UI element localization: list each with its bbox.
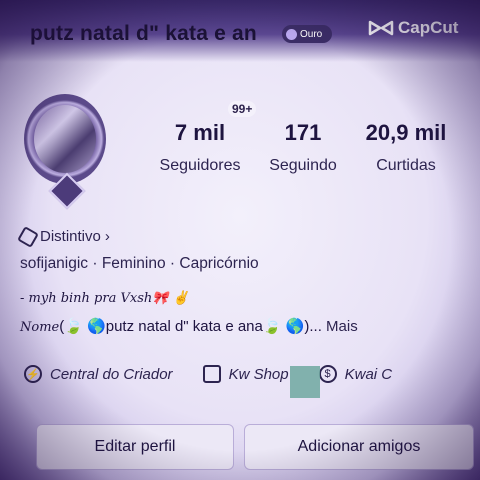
bio-prefix: Nome [20,320,60,335]
capcut-watermark: CapCut [368,18,458,38]
avatar-photo [34,105,96,173]
tool-kwai-shop[interactable]: Kw Shop [202,362,289,386]
stat-likes[interactable]: 20,9 mil Curtidas [356,120,456,175]
stat-followers[interactable]: 7 mil Seguidores [150,120,250,175]
tool-creator-center[interactable]: ⚡ Central do Criador [24,362,173,386]
meta-separator: · [169,255,180,272]
bio-text: (🍃 🌎putz natal d" kata e ana🍃 🌎)... [59,318,322,335]
profile-username: putz natal d" kata e an [30,22,257,45]
edit-profile-button[interactable]: Editar perfil [36,424,234,470]
tool-kwai-cash[interactable]: $ Kwai C [318,362,393,386]
badge-icon [286,28,297,40]
creator-tools-row: ⚡ Central do Criador Kw Shop $ Kwai C [24,362,480,386]
hexagon-icon [17,225,39,248]
likes-count: 20,9 mil [365,120,447,145]
likes-label: Curtidas [376,157,436,174]
tool-label: Kwai C [344,365,393,383]
distintivo-label: Distintivo [40,228,101,245]
following-label: Seguindo [269,157,337,174]
profile-gender: Feminino [101,255,166,272]
lightning-icon: ⚡ [24,365,42,383]
bio-line-2[interactable]: Nome(🍃 🌎putz natal d" kata e ana🍃 🌎)... … [20,317,358,335]
tool-label: Central do Criador [50,365,173,383]
followers-label: Seguidores [159,157,241,174]
profile-sign: Capricórnio [179,255,259,272]
followers-count: 7 mil [174,120,226,145]
badge-label: Ouro [300,28,323,40]
profile-meta: sofijanigic · Feminino · Capricórnio [20,255,259,273]
capcut-logo-icon [368,20,394,36]
more-link[interactable]: Mais [326,318,358,335]
ouro-badge[interactable]: Ouro [282,25,332,43]
chevron-right-icon: › [104,228,110,245]
following-count: 171 [284,120,322,145]
meta-separator: · [92,255,102,272]
bio-line-1: - myh binh pra Vxsh🎀 ✌ [20,291,189,306]
distintivo-link[interactable]: Distintivo › [17,225,110,248]
stat-following[interactable]: 171 Seguindo [262,120,344,175]
capcut-text: CapCut [398,18,459,37]
avatar[interactable] [24,94,106,210]
money-bag-icon: $ [318,365,337,383]
profile-handle: sofijanigic [20,255,89,272]
notification-count: 99+ [228,101,257,117]
shopping-bag-icon [202,365,221,383]
add-friends-button[interactable]: Adicionar amigos [244,424,474,470]
tool-label: Kw Shop [228,365,289,383]
overlay-sticker [290,366,320,398]
